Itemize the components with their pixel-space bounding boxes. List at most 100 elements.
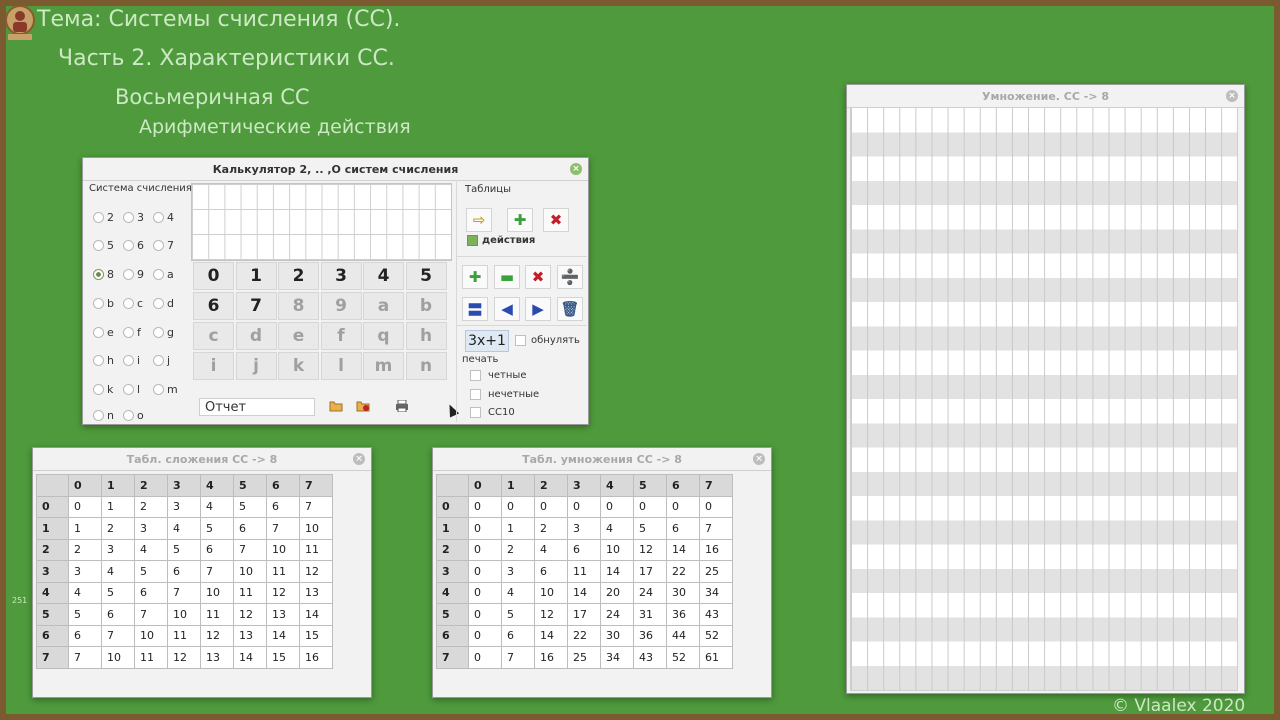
radix-option-f[interactable]: f [123,326,141,339]
printer-icon[interactable] [393,397,411,415]
radix-option-h[interactable]: h [93,354,114,367]
radix-option-n[interactable]: n [93,409,114,422]
radio-circle[interactable] [123,384,134,395]
divide-icon[interactable]: ➗ [557,265,583,289]
key-d[interactable]: d [235,322,277,350]
reset-checkbox[interactable]: обнулять [515,335,580,346]
key-f[interactable]: f [320,322,362,350]
close-icon[interactable]: × [1226,90,1238,102]
radix-option-k[interactable]: k [93,383,113,396]
radio-circle[interactable] [93,410,104,421]
radix-option-d[interactable]: d [153,297,174,310]
radio-circle[interactable] [153,269,164,280]
radix-option-i[interactable]: i [123,354,140,367]
radix-option-7[interactable]: 7 [153,239,174,252]
close-icon[interactable]: × [753,453,765,465]
key-6[interactable]: 6 [193,292,234,320]
radio-circle[interactable] [93,355,104,366]
radio-circle[interactable] [93,298,104,309]
add-icon[interactable]: ✚ [462,265,488,289]
multiply-icon[interactable]: ✖ [543,208,569,232]
plus-icon[interactable]: ✚ [507,208,533,232]
key-a[interactable]: a [363,292,404,320]
radix-option-6[interactable]: 6 [123,239,144,252]
print-cc10-checkbox[interactable]: СС10 [470,407,515,418]
forward-icon[interactable]: ▶ [525,297,551,321]
key-k[interactable]: k [278,352,319,380]
key-e[interactable]: e [278,322,319,350]
key-m[interactable]: m [363,352,404,380]
radix-option-3[interactable]: 3 [123,211,144,224]
radio-circle[interactable] [153,240,164,251]
key-4[interactable]: 4 [363,262,404,290]
key-h[interactable]: h [405,322,447,350]
key-7[interactable]: 7 [235,292,277,320]
key-j[interactable]: j [235,352,277,380]
actions-checkbox[interactable]: действия [467,235,535,246]
back-icon[interactable]: ◀ [494,297,520,321]
multiplication-titlebar[interactable]: Табл. умножения СС -> 8 × [433,448,771,471]
radix-option-5[interactable]: 5 [93,239,114,252]
radix-option-8[interactable]: 8 [93,268,114,281]
number-display-grid[interactable] [191,183,452,261]
radio-circle[interactable] [123,240,134,251]
multiplication-grid-window[interactable]: Умножение. СС -> 8 × [846,84,1245,694]
radio-circle[interactable] [123,269,134,280]
radix-option-a[interactable]: a [153,268,174,281]
key-1[interactable]: 1 [235,262,277,290]
radio-circle[interactable] [123,410,134,421]
key-8[interactable]: 8 [278,292,319,320]
key-c[interactable]: c [193,322,234,350]
radio-circle[interactable] [123,355,134,366]
radix-option-l[interactable]: l [123,383,140,396]
times-icon[interactable]: ✖ [525,265,551,289]
addition-titlebar[interactable]: Табл. сложения СС -> 8 × [33,448,371,471]
key-l[interactable]: l [320,352,362,380]
radix-option-o[interactable]: o [123,409,144,422]
calculator-window[interactable]: Калькулятор 2, .. ,О систем счисления × … [82,157,589,425]
radio-circle[interactable] [93,212,104,223]
grid-titlebar[interactable]: Умножение. СС -> 8 × [847,85,1244,108]
report-field[interactable]: Отчет [199,398,315,416]
open-folder-icon[interactable] [327,397,345,415]
radix-option-j[interactable]: j [153,354,170,367]
arrow-right-icon[interactable]: ⇨ [466,208,492,232]
delete-folder-icon[interactable] [354,397,372,415]
close-icon[interactable]: × [570,163,582,175]
radix-option-2[interactable]: 2 [93,211,114,224]
radix-option-b[interactable]: b [93,297,114,310]
key-5[interactable]: 5 [405,262,447,290]
minus-icon[interactable]: ▬ [494,265,520,289]
key-q[interactable]: q [363,322,404,350]
function-button[interactable]: 3x+1 [465,330,509,352]
addition-table-window[interactable]: Табл. сложения СС -> 8 × 012345670012345… [32,447,372,698]
key-3[interactable]: 3 [320,262,362,290]
radix-option-g[interactable]: g [153,326,174,339]
multiplication-table-window[interactable]: Табл. умножения СС -> 8 × 01234567000000… [432,447,772,698]
calculator-titlebar[interactable]: Калькулятор 2, .. ,О систем счисления × [83,158,588,181]
equals-icon[interactable]: 〓 [462,297,488,321]
radio-circle[interactable] [93,327,104,338]
trash-icon[interactable]: 🗑 [557,297,583,321]
radix-option-m[interactable]: m [153,383,178,396]
radio-circle[interactable] [153,327,164,338]
empty-worksheet-grid[interactable] [850,107,1238,691]
radix-option-9[interactable]: 9 [123,268,144,281]
print-even-checkbox[interactable]: четные [470,370,526,381]
print-odd-checkbox[interactable]: нечетные [470,389,539,400]
radio-circle[interactable] [153,298,164,309]
close-icon[interactable]: × [353,453,365,465]
radix-option-c[interactable]: c [123,297,143,310]
radio-circle[interactable] [123,327,134,338]
key-b[interactable]: b [405,292,447,320]
radio-circle[interactable] [153,384,164,395]
radio-circle[interactable] [93,240,104,251]
key-i[interactable]: i [193,352,234,380]
key-n[interactable]: n [405,352,447,380]
key-9[interactable]: 9 [320,292,362,320]
radio-circle[interactable] [123,298,134,309]
radio-circle[interactable] [153,355,164,366]
radio-circle[interactable] [153,212,164,223]
radix-option-4[interactable]: 4 [153,211,174,224]
radio-circle[interactable] [93,269,104,280]
